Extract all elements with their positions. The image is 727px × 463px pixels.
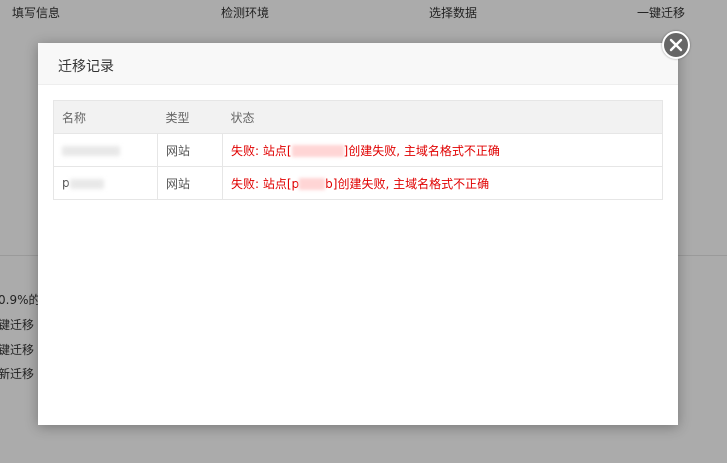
migration-record-dialog: 迁移记录 名称 类型 状态 网站 失败: 站点[]创建失败, 主域名格式不正确…: [38, 43, 678, 425]
redacted-block: [69, 178, 104, 189]
dialog-title: 迁移记录: [58, 59, 114, 75]
status-middle: b: [325, 176, 333, 191]
cell-site-name: [53, 133, 158, 167]
column-header-name: 名称: [53, 100, 158, 134]
cell-site-name: p: [53, 166, 158, 200]
redacted-block: [291, 145, 344, 157]
dialog-header: 迁移记录: [38, 43, 678, 85]
redacted-block: [299, 178, 326, 190]
redacted-block: [62, 145, 120, 156]
status-prefix: 失败: 站点[p: [231, 176, 300, 191]
record-table-wrapper: 名称 类型 状态 网站 失败: 站点[ ]创建失败, 主域名格式不正确 p 网站…: [53, 100, 663, 200]
column-header-type: 类型: [157, 100, 223, 134]
cell-status: 失败: 站点[p b]创建失败, 主域名格式不正确: [222, 166, 663, 200]
table-row: 网站 失败: 站点[ ]创建失败, 主域名格式不正确: [53, 133, 663, 167]
close-dialog-button[interactable]: [662, 31, 690, 59]
table-row: p 网站 失败: 站点[p b]创建失败, 主域名格式不正确: [53, 166, 663, 200]
close-icon: [669, 38, 683, 52]
site-name-text: p: [62, 176, 70, 190]
table-header-row: 名称 类型 状态: [53, 100, 663, 134]
cell-type: 网站: [157, 166, 223, 200]
column-header-status: 状态: [222, 100, 663, 134]
status-suffix: ]创建失败, 主域名格式不正确: [343, 143, 500, 158]
status-suffix: ]创建失败, 主域名格式不正确: [332, 176, 490, 191]
migration-record-table: 名称 类型 状态 网站 失败: 站点[ ]创建失败, 主域名格式不正确 p 网站…: [53, 100, 663, 200]
cell-type: 网站: [157, 133, 223, 167]
status-prefix: 失败: 站点[: [231, 143, 292, 158]
cell-status: 失败: 站点[ ]创建失败, 主域名格式不正确: [222, 133, 663, 167]
